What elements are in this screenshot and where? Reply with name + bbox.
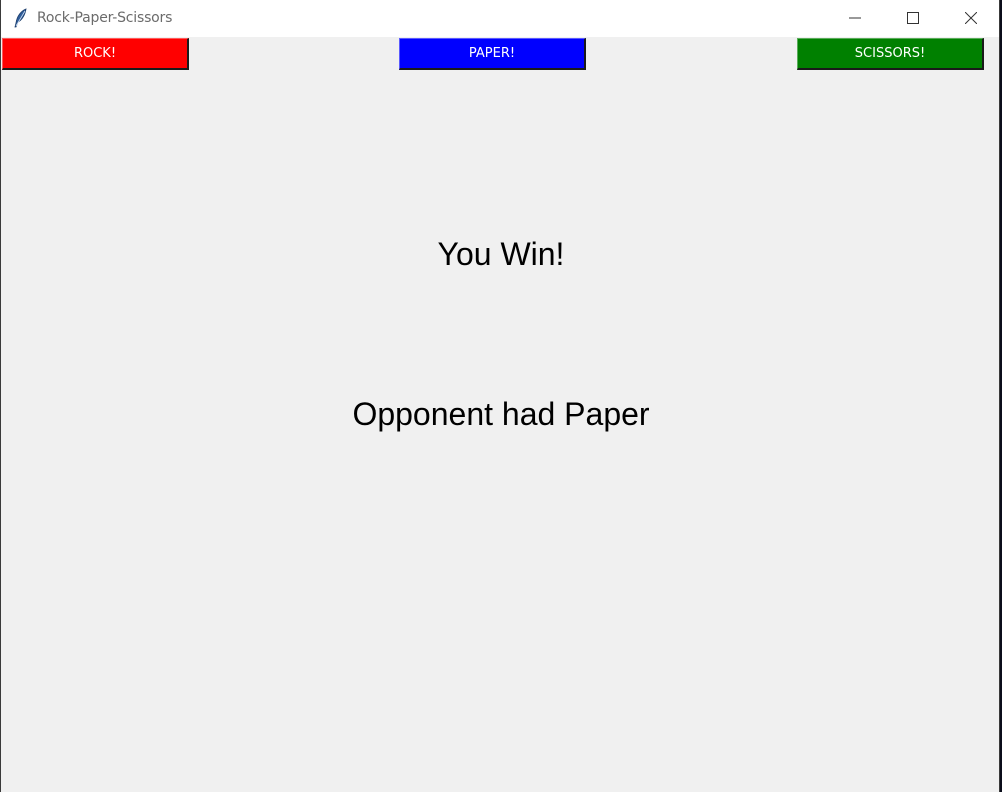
opponent-choice-label: Opponent had Paper [352, 396, 650, 432]
minimize-icon [849, 17, 861, 19]
maximize-icon [907, 12, 919, 24]
window-title: Rock-Paper-Scissors [37, 10, 173, 26]
scissors-button[interactable]: SCISSORS! [797, 38, 984, 70]
title-bar[interactable]: Rock-Paper-Scissors [1, 0, 999, 37]
outcome-label: You Win! [437, 236, 565, 272]
minimize-button[interactable] [826, 0, 884, 37]
close-button[interactable] [942, 0, 1000, 37]
app-window: Rock-Paper-Scissors ROCK! PAPER! SCISSOR… [0, 0, 1000, 792]
maximize-button[interactable] [884, 0, 942, 37]
paper-button[interactable]: PAPER! [399, 38, 586, 70]
feather-icon [13, 8, 29, 28]
rock-button[interactable]: ROCK! [2, 38, 189, 70]
close-icon [965, 12, 977, 24]
